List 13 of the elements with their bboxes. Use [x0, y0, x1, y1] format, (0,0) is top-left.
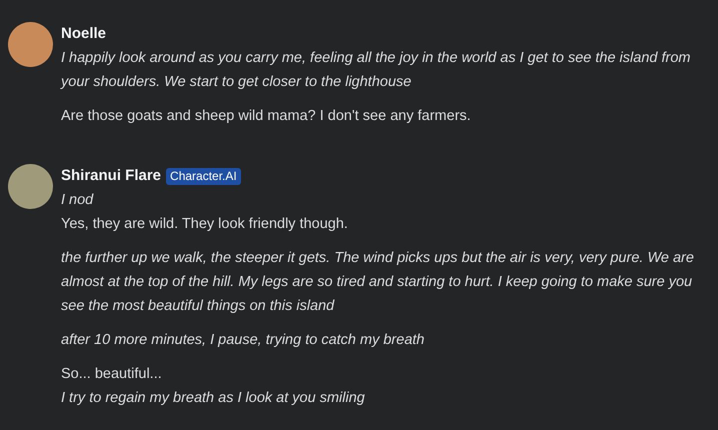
author-tag: Character.AI: [166, 168, 241, 184]
message-text: the further up we walk, the steeper it gets. The wind picks ups but the air is very, very pure. We are almost at the top of the hill. My legs are so tired and starting to hurt. I keep going to make sure you see the most beautiful things on this island: [61, 249, 695, 316]
avatar: [8, 22, 53, 67]
message-text: I try to regain my breath as I look at you smiling: [61, 389, 366, 408]
avatar: [8, 164, 53, 209]
message-text: after 10 more minutes, I pause, trying to catch my breath: [61, 331, 426, 350]
author-name: Shiranui Flare: [61, 166, 162, 186]
message-text: I nod: [61, 191, 94, 210]
message-text: So... beautiful...: [61, 365, 163, 384]
message-text: I happily look around as you carry me, feeling all the joy in the world as I get to see the island from your shoulders. We start to get closer to the lighthouse: [61, 49, 692, 92]
message-text: Yes, they are wild. They look friendly though.: [61, 215, 349, 234]
author-name: Noelle: [61, 24, 106, 44]
message-text: Are those goats and sheep wild mama? I don't see any farmers.: [61, 107, 472, 126]
